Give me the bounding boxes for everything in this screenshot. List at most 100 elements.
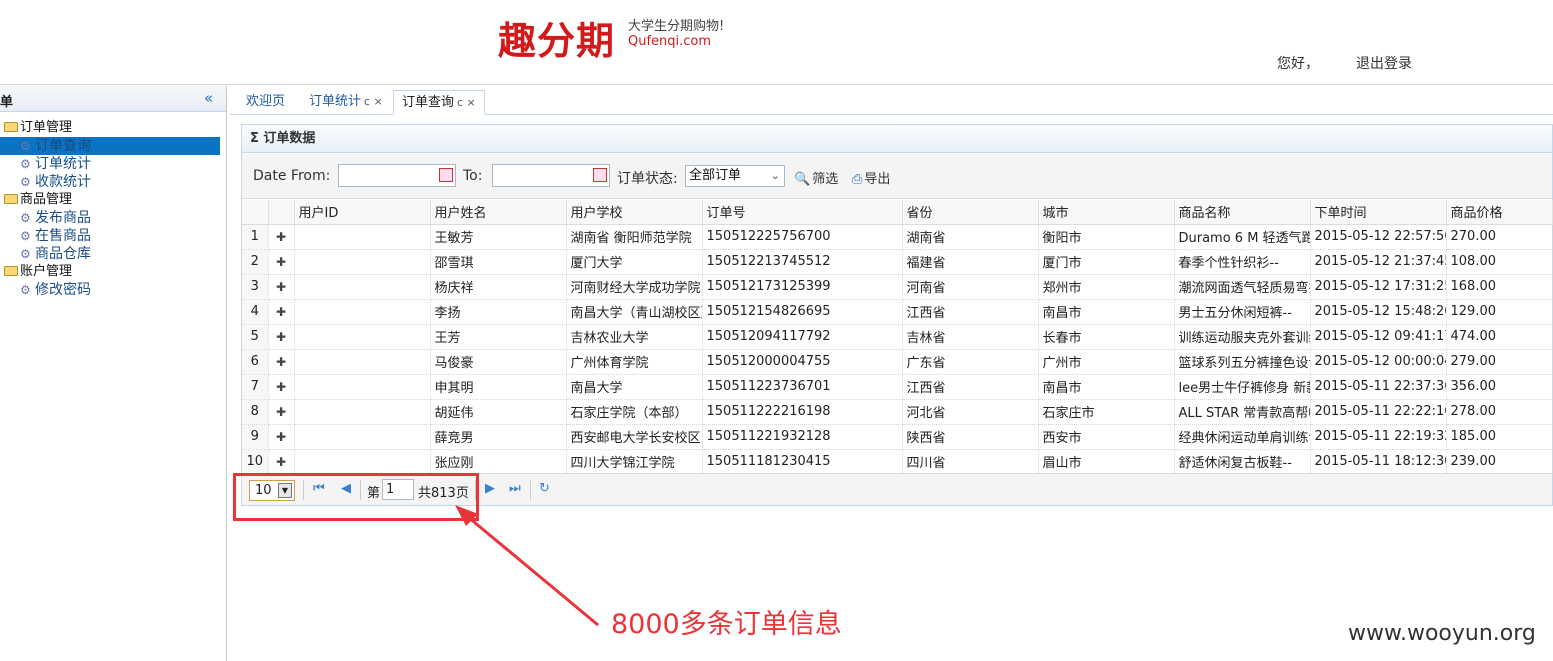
app-header: 趣分期 大学生分期购物! Qufenqi.com 您好， 退出登录 xyxy=(0,0,1553,85)
table-cell-prov: 陕西省 xyxy=(902,424,1039,450)
calendar-icon[interactable] xyxy=(439,168,453,182)
table-cell-city: 眉山市 xyxy=(1038,449,1175,475)
tab-order-query[interactable]: 订单查询 c × xyxy=(393,90,485,115)
nav-tree: 订单管理 ⚙ 订单查询 ⚙ 订单统计 ⚙ 收款统计 商品管理 ⚙ 发布商品 ⚙ 在售商品 … xyxy=(0,112,226,299)
tab-label: 订单查询 xyxy=(402,95,455,110)
table-cell-uid xyxy=(294,224,431,250)
expand-row-icon[interactable]: ✚ xyxy=(268,249,295,275)
column-header[interactable]: 省份 xyxy=(902,200,1039,225)
table-cell-uid xyxy=(294,274,431,300)
tree-group-orders[interactable]: 订单管理 xyxy=(0,119,226,137)
row-number: 4 xyxy=(242,299,269,325)
table-cell-time: 2015-05-11 22:37:36 xyxy=(1310,374,1447,400)
table-row[interactable]: 4 ✚ 李扬 南昌大学（青山湖校区） 150512154826695 江西省 南昌市 男士五分… xyxy=(242,299,1553,325)
table-row[interactable]: 6 ✚ 马俊豪 广州体育学院 150512000004755 广东省 广州市 篮球系列五分裤撞… xyxy=(242,349,1553,375)
expand-row-icon[interactable]: ✚ xyxy=(268,299,295,325)
table-cell-time: 2015-05-12 17:31:25 xyxy=(1310,274,1447,300)
next-page-icon[interactable]: ▶ xyxy=(485,481,495,496)
column-header[interactable]: 用户姓名 xyxy=(430,200,567,225)
logo-text: 趣分期 xyxy=(498,19,616,63)
sidebar-item-label: 修改密码 xyxy=(35,282,91,298)
status-label: 订单状态: xyxy=(617,171,678,187)
filter-button[interactable]: 🔍 筛选 xyxy=(794,168,838,187)
expand-row-icon[interactable]: ✚ xyxy=(268,449,295,475)
rownum-header xyxy=(242,200,269,225)
tree-group-label: 商品管理 xyxy=(20,192,73,207)
watermark: www.wooyun.org xyxy=(1348,621,1536,646)
column-header[interactable]: 城市 xyxy=(1038,200,1175,225)
logo-domain: Qufenqi.com xyxy=(628,34,712,49)
date-from-input[interactable] xyxy=(338,164,456,187)
calendar-icon[interactable] xyxy=(593,168,607,182)
row-number: 2 xyxy=(242,249,269,275)
expand-row-icon[interactable]: ✚ xyxy=(268,349,295,375)
expand-row-icon[interactable]: ✚ xyxy=(268,424,295,450)
expand-row-icon[interactable]: ✚ xyxy=(268,399,295,425)
gear-icon: ⚙ xyxy=(20,283,31,297)
table-cell-time: 2015-05-12 21:37:45 xyxy=(1310,249,1447,275)
table-cell-school: 四川大学锦江学院 xyxy=(566,449,703,475)
export-button[interactable]: ⎙ 导出 xyxy=(852,168,890,187)
table-row[interactable]: 1 ✚ 王敏芳 湖南省 衡阳师范学院 150512225756700 湖南省 衡阳市 Dura… xyxy=(242,224,1553,250)
table-cell-name: 胡延伟 xyxy=(430,399,567,425)
table-cell-school: 广州体育学院 xyxy=(566,349,703,375)
table-cell-time: 2015-05-12 00:00:04 xyxy=(1310,349,1447,375)
tab-controls[interactable]: c × xyxy=(457,96,476,109)
status-select[interactable]: 全部订单 ⌄ xyxy=(685,165,785,187)
sidebar-item-label: 收款统计 xyxy=(35,174,91,190)
row-number: 1 xyxy=(242,224,269,250)
column-header[interactable]: 用户ID xyxy=(294,200,431,225)
annotation-text: 8000多条订单信息 xyxy=(611,609,842,640)
table-row[interactable]: 3 ✚ 杨庆祥 河南财经大学成功学院 150512173125399 河南省 郑州市 潮流网面… xyxy=(242,274,1553,300)
sidebar-item-label: 订单统计 xyxy=(35,156,91,172)
expand-row-icon[interactable]: ✚ xyxy=(268,274,295,300)
logout-link[interactable]: 退出登录 xyxy=(1356,53,1412,73)
table-cell-price: 129.00 xyxy=(1446,299,1553,325)
sidebar-item-order-query[interactable]: ⚙ 订单查询 xyxy=(0,137,220,155)
tree-group-account[interactable]: 账户管理 xyxy=(0,263,226,281)
date-to-input[interactable] xyxy=(492,164,610,187)
tab-controls[interactable]: c × xyxy=(364,95,383,108)
gear-icon: ⚙ xyxy=(20,211,31,225)
table-cell-school: 南昌大学（青山湖校区） xyxy=(566,299,703,325)
column-header[interactable]: 订单号 xyxy=(702,200,903,225)
annotation-highlight-box xyxy=(233,473,479,521)
column-header[interactable]: 商品名称 xyxy=(1174,200,1311,225)
sidebar-item-order-stats[interactable]: ⚙ 订单统计 xyxy=(0,155,226,173)
table-cell-product: 男士五分休闲短裤-- xyxy=(1174,299,1311,325)
greeting-text: 您好， xyxy=(1277,56,1319,72)
refresh-icon[interactable]: ↻ xyxy=(539,481,550,496)
last-page-icon[interactable]: ⏭ xyxy=(509,481,521,496)
sidebar-item-on-sale[interactable]: ⚙ 在售商品 xyxy=(0,227,226,245)
table-row[interactable]: 10 ✚ 张应刚 四川大学锦江学院 150511181230415 四川省 眉山市 舒适休闲复… xyxy=(242,449,1553,475)
folder-icon xyxy=(4,194,18,204)
order-table: 用户ID 用户姓名 用户学校 订单号 省份 城市 商品名称 下单时间 商品价格 … xyxy=(242,200,1553,475)
expand-row-icon[interactable]: ✚ xyxy=(268,324,295,350)
tab-order-stats[interactable]: 订单统计 c × xyxy=(301,90,391,115)
table-cell-school: 西安邮电大学长安校区 xyxy=(566,424,703,450)
gear-icon: ⚙ xyxy=(20,175,31,189)
column-header[interactable]: 商品价格 xyxy=(1446,200,1553,225)
column-header[interactable]: 下单时间 xyxy=(1310,200,1447,225)
sidebar-item-publish-product[interactable]: ⚙ 发布商品 xyxy=(0,209,226,227)
separator xyxy=(530,480,531,500)
expand-row-icon[interactable]: ✚ xyxy=(268,374,295,400)
double-chevron-left-icon[interactable]: « xyxy=(204,89,213,107)
sidebar-item-payment-stats[interactable]: ⚙ 收款统计 xyxy=(0,173,226,191)
table-row[interactable]: 7 ✚ 申其明 南昌大学 150511223736701 江西省 南昌市 lee男士牛仔裤修身… xyxy=(242,374,1553,400)
table-row[interactable]: 8 ✚ 胡延伟 石家庄学院（本部） 150511222216198 河北省 石家庄市 ALL … xyxy=(242,399,1553,425)
search-icon: 🔍 xyxy=(794,172,811,187)
expand-row-icon[interactable]: ✚ xyxy=(268,224,295,250)
tab-welcome[interactable]: 欢迎页 xyxy=(238,90,293,115)
sidebar-item-change-password[interactable]: ⚙ 修改密码 xyxy=(0,281,226,299)
table-cell-order: 150511221932128 xyxy=(702,424,903,450)
table-row[interactable]: 9 ✚ 薛竞男 西安邮电大学长安校区 150511221932128 陕西省 西安市 经典休闲… xyxy=(242,424,1553,450)
table-cell-uid xyxy=(294,349,431,375)
table-row[interactable]: 5 ✚ 王芳 吉林农业大学 150512094117792 吉林省 长春市 训练运动服夹克外套… xyxy=(242,324,1553,350)
sidebar-item-warehouse[interactable]: ⚙ 商品仓库 xyxy=(0,245,226,263)
row-number: 10 xyxy=(242,449,269,475)
column-header[interactable]: 用户学校 xyxy=(566,200,703,225)
sidebar-header: 单 « xyxy=(0,86,226,112)
table-row[interactable]: 2 ✚ 邵雪琪 厦门大学 150512213745512 福建省 厦门市 春季个性针织衫-- 2… xyxy=(242,249,1553,275)
tree-group-products[interactable]: 商品管理 xyxy=(0,191,226,209)
